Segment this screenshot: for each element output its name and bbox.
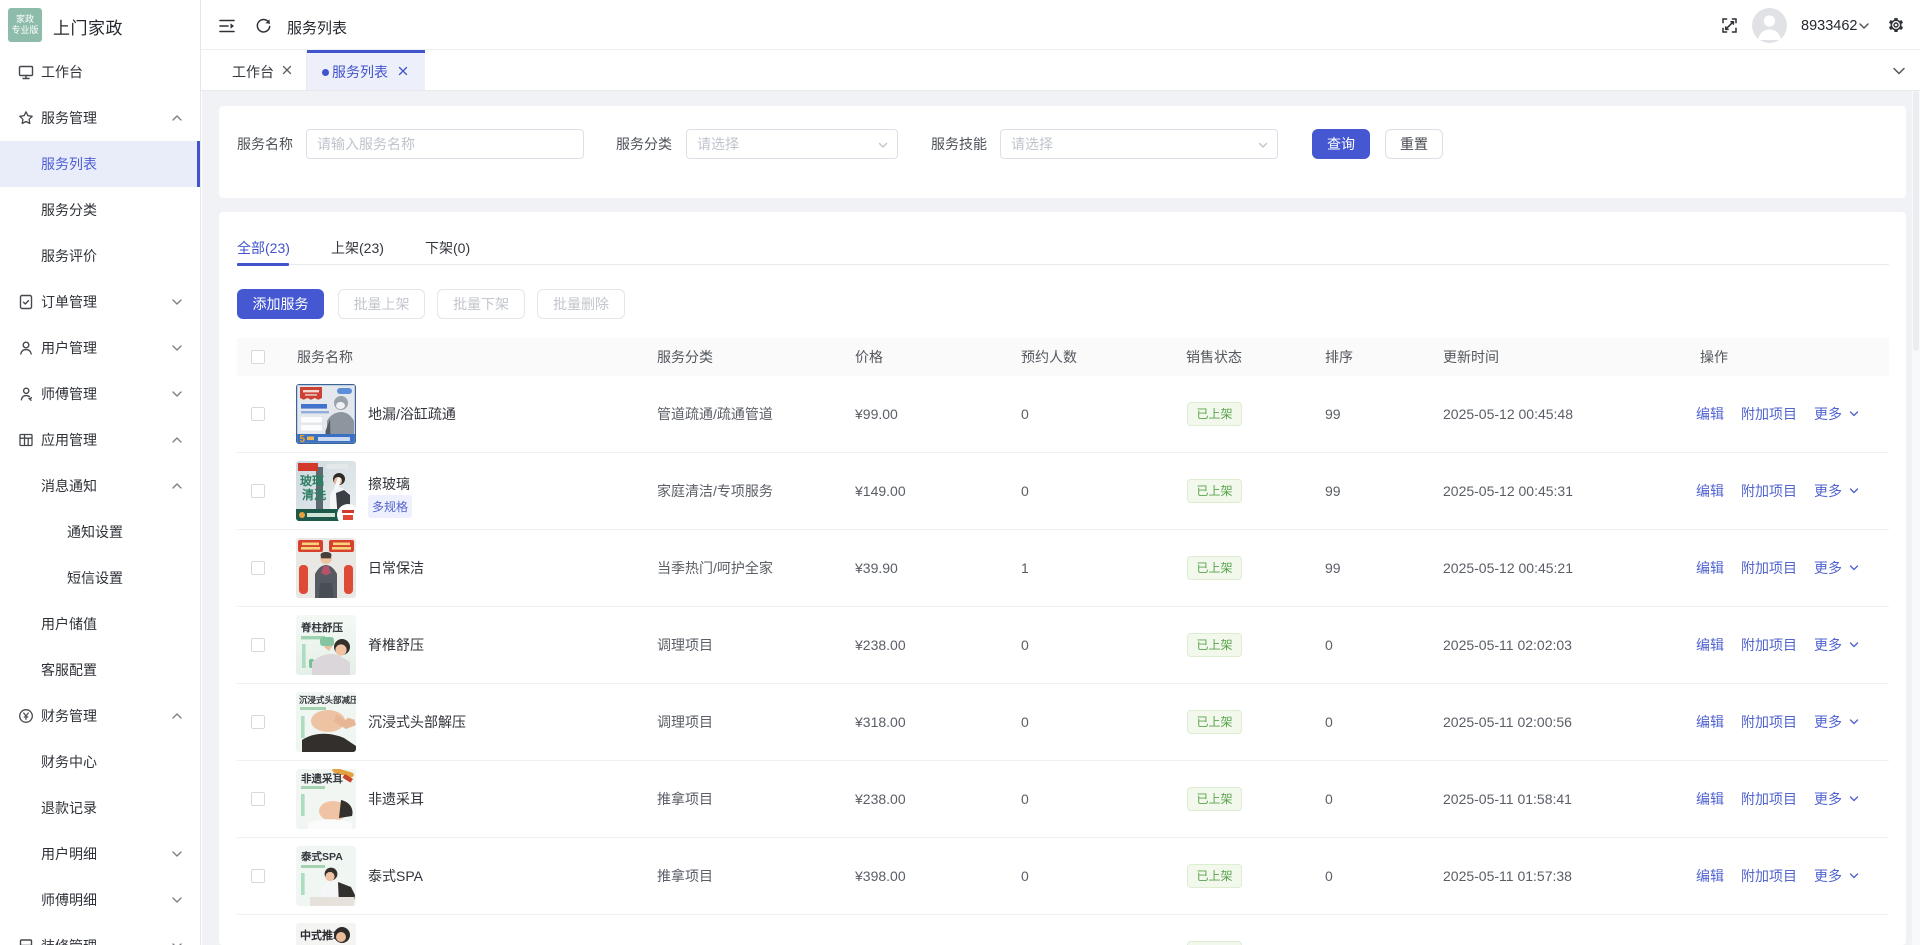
svg-text:脊柱舒压: 脊柱舒压 — [300, 621, 343, 634]
svg-text:沉浸式头部减压: 沉浸式头部减压 — [299, 695, 356, 705]
svg-text:5: 5 — [300, 434, 306, 444]
svg-text:泰式SPA: 泰式SPA — [300, 850, 343, 863]
svg-text:清洗: 清洗 — [302, 487, 326, 502]
svg-text:玻璃: 玻璃 — [300, 473, 324, 488]
svg-text:非遗采耳: 非遗采耳 — [301, 772, 343, 785]
